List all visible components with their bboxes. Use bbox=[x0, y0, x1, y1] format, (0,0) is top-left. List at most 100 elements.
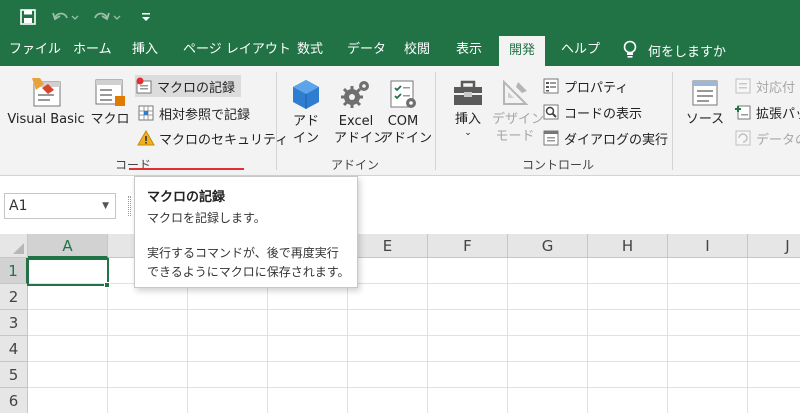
gear-icon bbox=[341, 81, 369, 108]
addins-label-2: イン bbox=[292, 131, 319, 146]
tab-view[interactable]: 表示 bbox=[456, 34, 482, 66]
undo-icon[interactable] bbox=[50, 7, 80, 27]
column-header[interactable]: I bbox=[668, 234, 748, 258]
tab-review[interactable]: 校閲 bbox=[404, 34, 430, 66]
row-header[interactable]: 2 bbox=[0, 284, 28, 310]
com-addins-label-1: COM bbox=[387, 114, 419, 129]
tab-home[interactable]: ホーム bbox=[73, 34, 112, 66]
name-box[interactable]: A1 ▼ bbox=[4, 193, 116, 219]
run-dialog-label: ダイアログの実行 bbox=[564, 132, 669, 148]
refresh-data-button[interactable]: データの更 bbox=[734, 127, 800, 149]
active-cell-a1[interactable] bbox=[27, 258, 109, 286]
row-header[interactable]: 5 bbox=[0, 362, 28, 388]
tooltip-title: マクロの記録 bbox=[147, 190, 226, 205]
worksheet-grid[interactable]: A B C D E F G H I J 1 2 3 4 5 6 bbox=[0, 234, 800, 413]
lightbulb-icon bbox=[623, 40, 637, 58]
redo-icon[interactable] bbox=[92, 7, 122, 27]
view-code-icon bbox=[543, 104, 559, 120]
group-label-code: コード bbox=[114, 158, 151, 172]
select-all-button[interactable] bbox=[0, 234, 28, 258]
relative-reference-icon bbox=[138, 105, 154, 121]
formula-bar-grip[interactable] bbox=[128, 196, 131, 216]
column-header[interactable]: G bbox=[508, 234, 588, 258]
visual-basic-button[interactable]: Visual Basic bbox=[4, 76, 88, 128]
column-header[interactable]: J bbox=[748, 234, 800, 258]
refresh-data-label: データの更 bbox=[756, 132, 800, 148]
tab-formulas[interactable]: 数式 bbox=[297, 34, 323, 66]
view-code-button[interactable]: コードの表示 bbox=[542, 101, 642, 123]
macro-label: マクロ bbox=[90, 112, 130, 127]
map-properties-icon bbox=[735, 78, 751, 94]
group-separator bbox=[276, 72, 277, 170]
tab-developer[interactable]: 開発 bbox=[499, 36, 546, 66]
row-header[interactable]: 3 bbox=[0, 310, 28, 336]
row-header[interactable]: 6 bbox=[0, 388, 28, 413]
design-mode-button[interactable]: デザイン モード bbox=[492, 78, 545, 145]
row-header[interactable]: 4 bbox=[0, 336, 28, 362]
column-header[interactable]: H bbox=[588, 234, 668, 258]
toolbox-icon bbox=[454, 80, 482, 105]
column-header[interactable]: E bbox=[348, 234, 428, 258]
view-code-label: コードの表示 bbox=[564, 106, 643, 122]
macro-security-button[interactable]: マクロのセキュリティ bbox=[137, 127, 288, 149]
fill-handle[interactable] bbox=[104, 282, 110, 288]
tab-insert[interactable]: 挿入 bbox=[132, 34, 158, 66]
customize-qat-icon[interactable] bbox=[140, 7, 152, 27]
column-header[interactable]: F bbox=[428, 234, 508, 258]
row-header[interactable]: 1 bbox=[0, 258, 28, 284]
macro-security-label: マクロのセキュリティ bbox=[159, 132, 289, 148]
design-mode-label-1: デザイン bbox=[492, 112, 545, 127]
xml-source-icon bbox=[692, 80, 718, 106]
name-box-value: A1 bbox=[9, 198, 28, 214]
addins-label-1: アド bbox=[292, 114, 319, 129]
record-macro-button[interactable]: マクロの記録 bbox=[135, 75, 242, 97]
chevron-down-icon: ⌄ bbox=[464, 128, 472, 138]
formula-bar: A1 ▼ bbox=[0, 176, 800, 234]
excel-addins-button[interactable]: Excel アドイン bbox=[334, 78, 386, 147]
tab-file[interactable]: ファイル bbox=[9, 34, 61, 66]
xml-source-button[interactable]: ソース bbox=[683, 78, 727, 128]
record-macro-icon bbox=[136, 77, 152, 94]
insert-control-button[interactable]: 挿入 ⌄ bbox=[446, 78, 490, 138]
map-properties-button[interactable]: 対応付 bbox=[734, 75, 795, 97]
column-header[interactable]: A bbox=[28, 234, 108, 258]
properties-icon bbox=[543, 78, 559, 94]
gridline bbox=[28, 309, 800, 310]
tab-help[interactable]: ヘルプ bbox=[561, 34, 600, 66]
macro-icon bbox=[95, 79, 125, 106]
group-separator bbox=[435, 72, 436, 170]
save-icon[interactable] bbox=[18, 7, 38, 27]
com-addins-label-2: アドイン bbox=[380, 131, 433, 146]
expansion-pack-label: 拡張パッ bbox=[756, 106, 800, 122]
record-macro-tooltip: マクロの記録 マクロを記録します。 実行するコマンドが、後で再度実行 できるよう… bbox=[134, 176, 358, 288]
expansion-pack-button[interactable]: 拡張パッ bbox=[734, 101, 800, 123]
relative-reference-button[interactable]: 相対参照で記録 bbox=[137, 102, 250, 124]
insert-control-label: 挿入 bbox=[454, 112, 481, 127]
tell-me-search[interactable]: 何をしますか bbox=[622, 34, 726, 66]
com-addins-button[interactable]: COM アドイン bbox=[380, 78, 433, 147]
ribbon-tabs: ファイル ホーム 挿入 ページ レイアウト 数式 データ 校閲 表示 開発 ヘル… bbox=[0, 34, 800, 66]
tab-page-layout[interactable]: ページ レイアウト bbox=[183, 34, 291, 66]
excel-addins-label-1: Excel bbox=[338, 114, 374, 129]
group-separator bbox=[672, 72, 673, 170]
addins-button[interactable]: アド イン bbox=[286, 78, 326, 147]
xml-source-label: ソース bbox=[685, 112, 725, 127]
ribbon: Visual Basic マクロ マクロの記録 相対参照で記録 マクロのセキュリ… bbox=[0, 66, 800, 176]
record-macro-label: マクロの記録 bbox=[157, 80, 236, 96]
group-label-addins: アドイン bbox=[330, 158, 379, 172]
visual-basic-label: Visual Basic bbox=[7, 112, 85, 127]
addins-icon bbox=[293, 80, 319, 109]
expansion-pack-icon bbox=[735, 105, 751, 120]
tab-data[interactable]: データ bbox=[347, 34, 386, 66]
design-mode-icon bbox=[503, 79, 529, 105]
tooltip-text: できるようにマクロに保存されます。 bbox=[147, 265, 350, 279]
gridline bbox=[28, 387, 800, 388]
com-addins-icon bbox=[390, 80, 416, 108]
map-properties-label: 対応付 bbox=[756, 80, 796, 96]
properties-button[interactable]: プロパティ bbox=[542, 75, 628, 97]
macro-button[interactable]: マクロ bbox=[90, 76, 130, 128]
highlight-underline bbox=[129, 168, 244, 170]
chevron-down-icon[interactable]: ▼ bbox=[102, 194, 109, 218]
run-dialog-icon bbox=[543, 130, 559, 146]
run-dialog-button[interactable]: ダイアログの実行 bbox=[542, 127, 668, 149]
